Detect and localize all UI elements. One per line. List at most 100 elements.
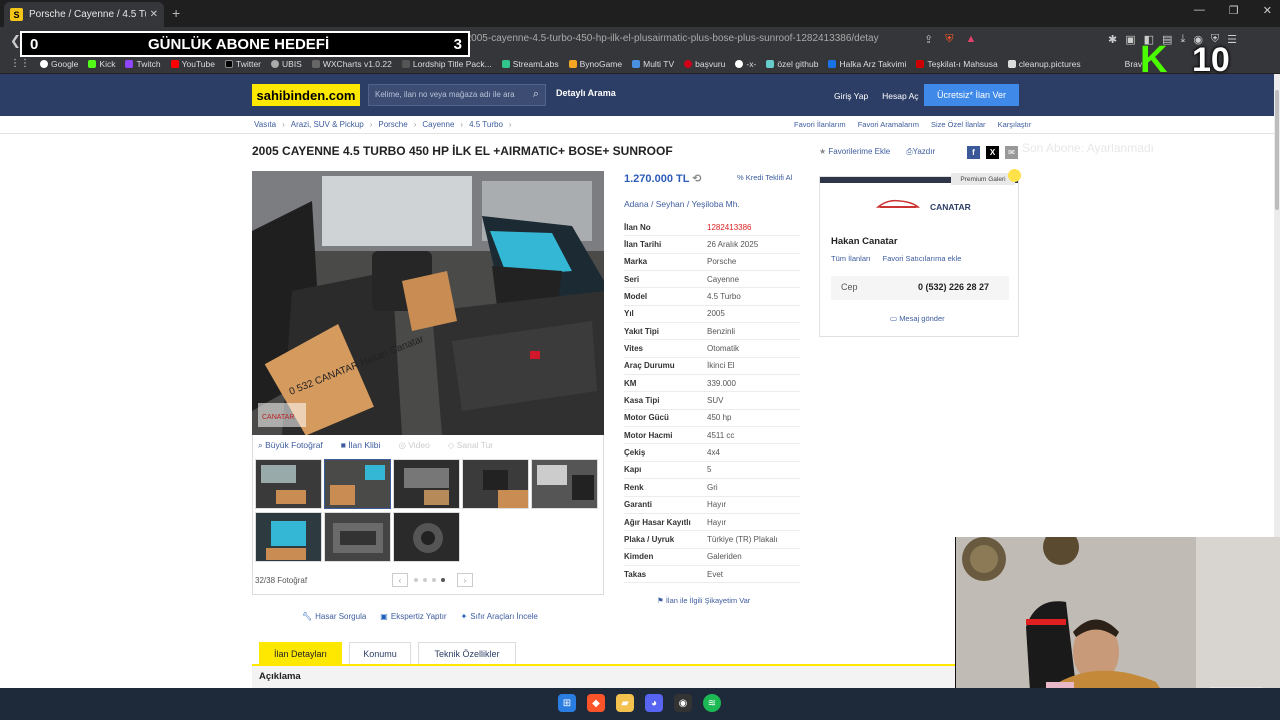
new-cars-link[interactable]: ✦ Sıfır Araçları İncele — [461, 612, 538, 621]
search-icon[interactable]: ⌕ — [533, 88, 539, 101]
thumbnail[interactable] — [393, 512, 460, 562]
next-photos-button[interactable]: › — [457, 573, 473, 587]
extension-icon[interactable]: ✱ — [1108, 33, 1117, 46]
shop-name[interactable]: CANATAR — [930, 202, 971, 212]
close-window-icon[interactable]: ✕ — [1263, 4, 1272, 17]
browser-tab[interactable]: S Porsche / Cayenne / 4.5 Turbo / ✕ — [4, 2, 164, 27]
thumbnail[interactable] — [324, 459, 391, 509]
favicon-icon: S — [10, 8, 23, 21]
favorite-searches-link[interactable]: Favori Aramalarım — [858, 120, 919, 129]
all-listings-link[interactable]: Tüm İlanları — [831, 254, 871, 263]
x-icon[interactable]: X — [986, 146, 999, 159]
compare-link[interactable]: Karşılaştır — [998, 120, 1032, 129]
post-ad-button[interactable]: Ücretsiz* İlan Ver — [924, 84, 1019, 106]
large-photo-tab[interactable]: ⌕ Büyük Fotoğraf — [258, 440, 323, 451]
complaint-link[interactable]: ⚑ İlan ile İlgili Şikayetim Var — [657, 596, 750, 605]
file-explorer-icon[interactable]: ▰ — [616, 694, 634, 712]
bookmark[interactable]: Teşkilat-ı Mahsusa — [916, 59, 998, 69]
breadcrumb-item[interactable]: Cayenne — [422, 120, 454, 129]
location-district[interactable]: Seyhan — [656, 199, 685, 209]
apps-icon[interactable]: ⋮⋮ — [10, 58, 30, 69]
scroll-thumb[interactable] — [1275, 90, 1279, 210]
bookmark[interactable]: Lordship Title Pack... — [401, 59, 492, 69]
breadcrumb-item[interactable]: Arazi, SUV & Pickup — [291, 120, 364, 129]
bookmark[interactable]: özel github — [766, 59, 818, 69]
maximize-icon[interactable]: ❐ — [1229, 4, 1239, 17]
bookmark[interactable]: Twitter — [224, 59, 261, 69]
spotify-icon[interactable]: ≋ — [703, 694, 721, 712]
bookmark[interactable]: başvuru — [684, 59, 725, 69]
tab-location[interactable]: Konumu — [349, 642, 411, 664]
credit-offer-link[interactable]: % Kredi Teklifi Al — [737, 173, 792, 182]
phone-number[interactable]: 0 (532) 226 28 27 — [918, 282, 989, 292]
breadcrumb-item[interactable]: Vasıta — [254, 120, 276, 129]
gallery-logo[interactable] — [876, 197, 920, 211]
site-logo[interactable]: sahibinden.com — [252, 84, 360, 106]
bookmark[interactable]: UBIS — [271, 59, 302, 69]
login-link[interactable]: Giriş Yap — [834, 91, 868, 101]
location-neighborhood[interactable]: Yeşiloba Mh. — [691, 199, 739, 209]
register-link[interactable]: Hesap Aç — [882, 91, 918, 101]
pager-dot[interactable] — [423, 578, 427, 582]
start-icon[interactable]: ⊞ — [558, 694, 576, 712]
seller-card: Premium Galeri CANATAR Hakan Canatar Tüm… — [819, 169, 1021, 337]
share-icon[interactable]: ⇪ — [924, 33, 933, 46]
send-message-link[interactable]: ▭ Mesaj gönder — [890, 314, 945, 323]
thumbnail[interactable] — [462, 459, 529, 509]
bookmark[interactable]: -x- — [735, 59, 756, 69]
thumbnail[interactable] — [531, 459, 598, 509]
bookmark[interactable]: WXCharts v1.0.22 — [311, 59, 392, 69]
bookmark[interactable]: YouTube — [170, 59, 215, 69]
spec-row: Çekiş 4x4 — [624, 444, 800, 462]
breadcrumb-item[interactable]: Porsche — [378, 120, 407, 129]
history-icon[interactable]: ⟲ — [692, 173, 701, 185]
prev-photos-button[interactable]: ‹ — [392, 573, 408, 587]
tab-technical[interactable]: Teknik Özellikler — [418, 642, 516, 664]
bookmark[interactable]: Google — [40, 59, 78, 69]
brave-rewards-icon[interactable]: ▲ — [965, 33, 976, 46]
thumbnail[interactable] — [324, 512, 391, 562]
pager-dot-active[interactable] — [441, 578, 445, 582]
favorite-listings-link[interactable]: Favori İlanlarım — [794, 120, 846, 129]
discord-icon[interactable]: ◕ — [645, 694, 663, 712]
search-input[interactable]: Kelime, ilan no veya mağaza adı ile ara … — [368, 84, 546, 106]
bookmark[interactable]: Kick — [88, 59, 115, 69]
minimize-icon[interactable]: — — [1194, 4, 1205, 17]
subscriber-goal-overlay: 0 GÜNLÜK ABONE HEDEFİ 3 — [20, 31, 470, 57]
close-tab-icon[interactable]: ✕ — [150, 9, 158, 20]
brave-icon[interactable]: ◆ — [587, 694, 605, 712]
bookmark[interactable]: BynoGame — [568, 59, 622, 69]
spec-value: 4511 cc — [707, 430, 735, 440]
tab-listing-details[interactable]: İlan Detayları — [259, 642, 342, 664]
new-tab-button[interactable]: + — [172, 5, 180, 21]
advanced-search-link[interactable]: Detaylı Arama — [556, 88, 616, 98]
thumbnail[interactable] — [393, 459, 460, 509]
bookmark[interactable]: Halka Arz Takvimi — [828, 59, 906, 69]
thumbnail[interactable] — [255, 459, 322, 509]
expertise-link[interactable]: ▣ Ekspertiz Yaptır — [380, 612, 446, 621]
damage-query-link[interactable]: 🔧︎ Hasar Sorgula — [302, 612, 366, 621]
pager-dot[interactable] — [414, 578, 418, 582]
bookmark[interactable]: Multi TV — [632, 59, 674, 69]
favorite-seller-link[interactable]: Favori Satıcılarıma ekle — [883, 254, 962, 263]
bookmark[interactable]: StreamLabs — [501, 59, 559, 69]
spec-row: Ağır Hasar Kayıtlı Hayır — [624, 514, 800, 532]
extension-icon[interactable]: ▣ — [1125, 33, 1135, 46]
print-button[interactable]: ⎙Yazdır — [906, 147, 935, 157]
bookmark[interactable]: Twitch — [125, 59, 161, 69]
spec-label: Vites — [624, 344, 643, 354]
special-listings-link[interactable]: Size Özel İlanlar — [931, 120, 986, 129]
location-city[interactable]: Adana — [624, 199, 649, 209]
facebook-icon[interactable]: f — [967, 146, 980, 159]
email-icon[interactable]: ✉ — [1005, 146, 1018, 159]
pager-dot[interactable] — [432, 578, 436, 582]
add-favorite-button[interactable]: ★ Favorilerime Ekle — [819, 147, 890, 157]
thumbnail[interactable] — [255, 512, 322, 562]
bookmark[interactable]: cleanup.pictures — [1007, 59, 1081, 69]
brave-shield-icon[interactable]: ⛨ — [945, 33, 953, 46]
spec-label: Araç Durumu — [624, 361, 675, 371]
breadcrumb-item[interactable]: 4.5 Turbo — [469, 120, 503, 129]
listing-clip-tab[interactable]: ■ İlan Klibi — [341, 440, 381, 451]
obs-icon[interactable]: ◉ — [674, 694, 692, 712]
main-photo[interactable]: 0 532 CANATAR Hakan Canatar CANATAR — [252, 171, 604, 435]
